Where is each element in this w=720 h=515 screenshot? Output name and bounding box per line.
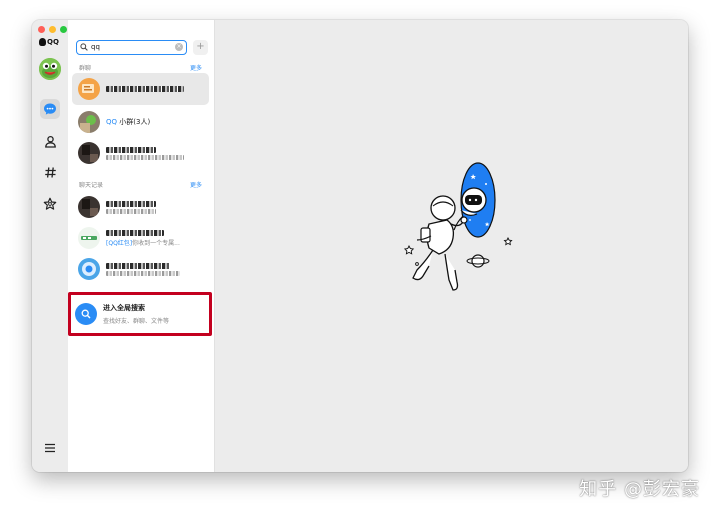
menu-icon [45, 443, 55, 453]
message-preview-rest: 你收到一个专属... [132, 239, 180, 247]
groups-more-link[interactable]: 更多 [190, 63, 202, 72]
list-item-text [106, 200, 156, 214]
redacted-name [106, 200, 156, 207]
icon-rail: QQ [32, 20, 68, 472]
global-search-text: 进入全局搜索 查找好友、群聊、文件等 [103, 303, 169, 325]
redacted-name [106, 262, 170, 269]
global-search-button[interactable]: 进入全局搜索 查找好友、群聊、文件等 [75, 298, 205, 330]
zoom-window-button[interactable] [60, 26, 67, 33]
star-icon [43, 197, 57, 210]
history-more-link[interactable]: 更多 [190, 180, 202, 189]
list-item-text [106, 86, 184, 92]
qq-penguin-icon [39, 38, 46, 46]
hashtag-icon [44, 166, 56, 178]
nav-contacts[interactable] [40, 131, 60, 151]
history-section-header: 聊天记录 更多 [79, 180, 202, 189]
list-item[interactable] [72, 73, 209, 105]
avatar [78, 227, 100, 249]
global-search-subtitle: 查找好友、群聊、文件等 [103, 318, 170, 325]
redacted-name [106, 229, 164, 236]
global-search-highlight: 进入全局搜索 查找好友、群聊、文件等 [68, 292, 212, 336]
qq-window: QQ qq × + 群聊 更多 QQ 小群(3人) 聊天记录 更多 [QQ红包]… [32, 20, 688, 472]
search-icon [81, 309, 91, 319]
user-avatar[interactable] [39, 58, 61, 80]
list-item[interactable] [72, 137, 209, 169]
list-item[interactable]: [QQ红包]你收到一个专属... [72, 222, 209, 254]
window-controls [38, 26, 67, 33]
nav-messages[interactable] [40, 99, 60, 119]
contacts-icon [44, 135, 56, 148]
plus-icon[interactable]: + [193, 39, 208, 55]
app-name: QQ [47, 38, 59, 46]
avatar [78, 111, 100, 133]
search-results-panel: qq × + 群聊 更多 QQ 小群(3人) 聊天记录 更多 [QQ红包]你收到… [68, 20, 214, 472]
list-item[interactable] [72, 191, 209, 223]
main-area [215, 20, 688, 472]
redacted-subtitle [106, 208, 156, 214]
groups-section-title: 群聊 [79, 65, 92, 72]
search-query: qq [91, 43, 100, 51]
nav-channels[interactable] [40, 162, 60, 182]
group-member-count: (3人) [133, 118, 151, 126]
watermark: 知乎 @彭宏豪 [579, 479, 700, 500]
global-search-title: 进入全局搜索 [103, 304, 145, 312]
message-preview-match: [QQ红包] [106, 239, 133, 247]
group-name: QQ 小群(3人) [106, 117, 150, 127]
app-brand: QQ [39, 38, 59, 46]
redacted-name [106, 86, 184, 92]
screen: QQ qq × + 群聊 更多 QQ 小群(3人) 聊天记录 更多 [QQ红包]… [0, 0, 720, 515]
group-name-rest: 小群 [117, 118, 134, 126]
avatar [78, 258, 100, 280]
group-name-match: QQ [106, 118, 118, 126]
clear-icon[interactable]: × [175, 43, 183, 51]
chat-bubble-icon [44, 103, 56, 115]
list-item-text: [QQ红包]你收到一个专属... [106, 229, 180, 247]
search-input[interactable]: qq × [76, 39, 187, 55]
redacted-subtitle [106, 154, 184, 160]
list-item[interactable] [72, 253, 209, 285]
global-search-icon-wrap [75, 303, 97, 325]
message-preview: [QQ红包]你收到一个专属... [106, 238, 180, 247]
groups-section-header: 群聊 更多 [79, 63, 202, 72]
list-item-text [106, 262, 180, 276]
list-item-text [106, 146, 184, 160]
avatar [78, 78, 100, 100]
list-item[interactable]: QQ 小群(3人) [72, 106, 209, 138]
list-item-text: QQ 小群(3人) [106, 117, 150, 127]
search-icon [80, 43, 88, 51]
avatar [78, 196, 100, 218]
astronaut-illustration [403, 162, 513, 291]
minimize-window-button[interactable] [49, 26, 56, 33]
menu-button[interactable] [42, 440, 58, 456]
avatar [78, 142, 100, 164]
history-section-title: 聊天记录 [79, 182, 104, 189]
nav-favorites[interactable] [40, 194, 60, 214]
redacted-name [106, 146, 156, 153]
redacted-subtitle [106, 270, 180, 276]
search-row: qq × + [76, 39, 208, 55]
close-window-button[interactable] [38, 26, 45, 33]
